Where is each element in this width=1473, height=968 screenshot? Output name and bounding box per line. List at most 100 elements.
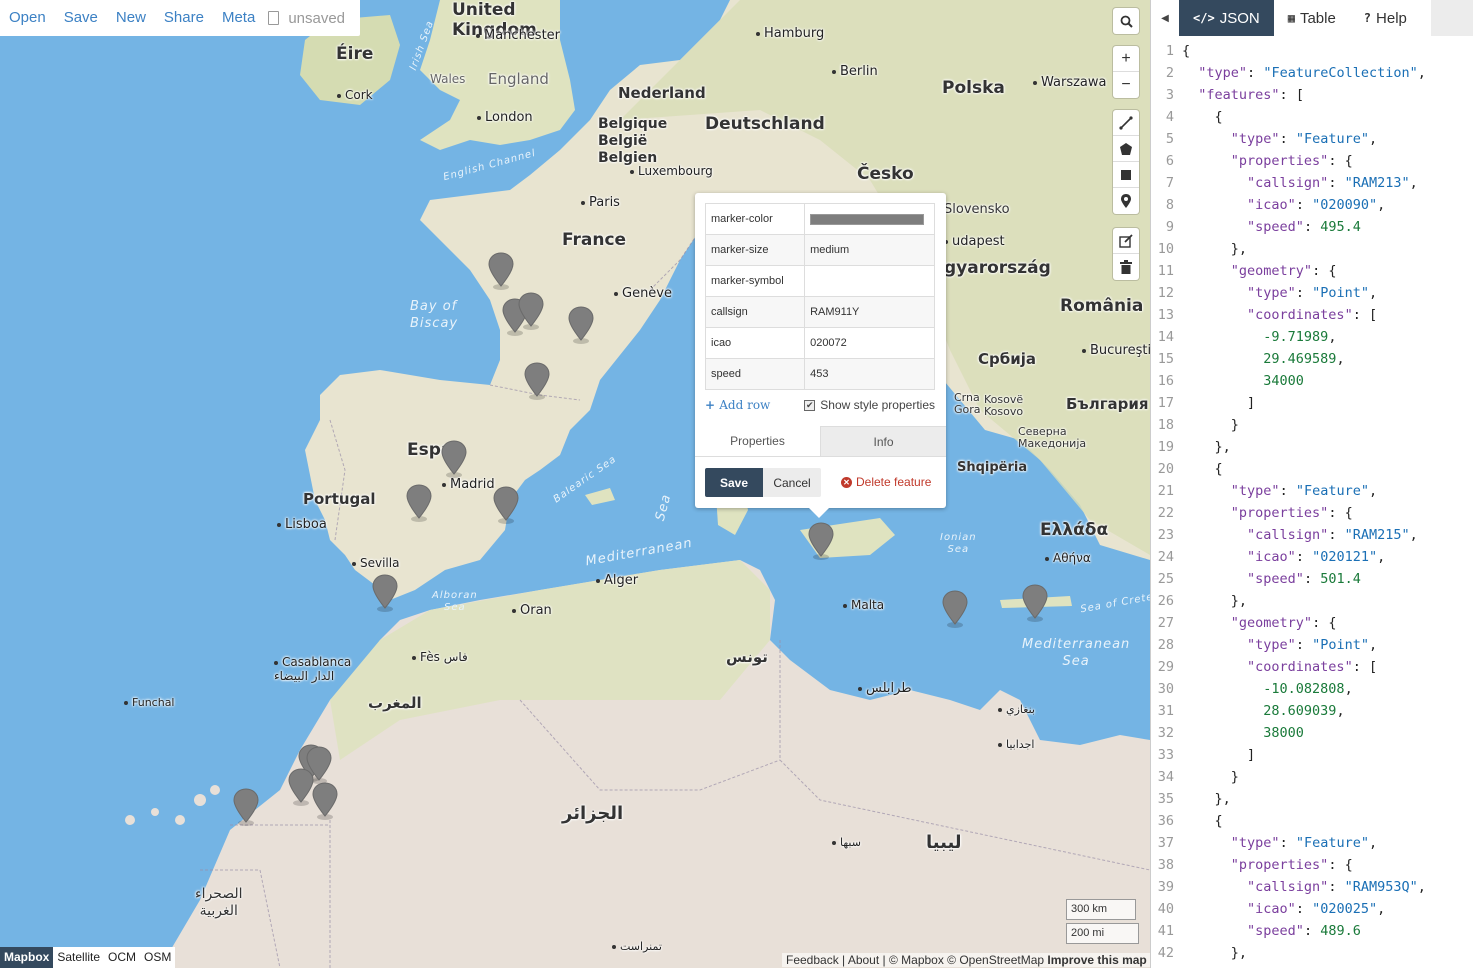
tab-help[interactable]: ? Help bbox=[1350, 0, 1421, 36]
property-key[interactable]: speed bbox=[704, 358, 806, 390]
code-text: "type": "Feature", bbox=[1230, 483, 1378, 499]
open-link[interactable]: Open bbox=[0, 0, 55, 36]
add-row-button[interactable]: + Add row bbox=[705, 398, 770, 412]
search-button[interactable] bbox=[1113, 8, 1139, 34]
map-marker[interactable] bbox=[288, 768, 314, 806]
label-mediterranean-sea-3: Mediterranean Sea bbox=[1022, 637, 1131, 669]
delete-layers-button[interactable] bbox=[1113, 254, 1139, 280]
tab-table-label: Table bbox=[1299, 9, 1336, 27]
property-value[interactable] bbox=[804, 265, 935, 297]
map-canvas[interactable]: United Kingdom Éire England Wales Nederla… bbox=[0, 0, 1150, 968]
label-alger: Alger bbox=[596, 573, 638, 588]
line-icon bbox=[1119, 115, 1133, 130]
code-text: -10.082808, bbox=[1263, 681, 1353, 697]
new-link[interactable]: New bbox=[107, 0, 155, 36]
delete-feature-label: Delete feature bbox=[856, 475, 932, 489]
code-line: 27 "geometry": { bbox=[1151, 612, 1473, 634]
code-text: "type": "Feature", bbox=[1230, 131, 1378, 147]
property-value[interactable]: RAM911Y bbox=[804, 296, 935, 328]
map-marker[interactable] bbox=[808, 522, 834, 560]
map-marker[interactable] bbox=[518, 292, 544, 330]
label-slovensko: Slovensko bbox=[944, 202, 1010, 217]
map-marker[interactable] bbox=[568, 306, 594, 344]
layer-satellite[interactable]: Satellite bbox=[53, 947, 104, 968]
code-text: 34000 bbox=[1263, 373, 1304, 389]
code-text: } bbox=[1182, 417, 1239, 433]
label-srbija: Србија bbox=[978, 350, 1036, 368]
show-style-toggle[interactable]: ✔ Show style properties bbox=[804, 398, 935, 412]
code-line: 34 } bbox=[1151, 766, 1473, 788]
share-link[interactable]: Share bbox=[155, 0, 213, 36]
code-text: "type": "FeatureCollection", bbox=[1198, 65, 1426, 81]
map-marker[interactable] bbox=[524, 362, 550, 400]
line-number: 24 bbox=[1157, 549, 1174, 565]
save-link[interactable]: Save bbox=[55, 0, 107, 36]
line-number: 13 bbox=[1157, 307, 1174, 323]
code-line: 30 -10.082808, bbox=[1151, 678, 1473, 700]
label-madrid: Madrid bbox=[442, 477, 495, 492]
code-line: 6 "properties": { bbox=[1151, 150, 1473, 172]
close-circle-icon: ✕ bbox=[841, 476, 852, 488]
draw-marker-button[interactable] bbox=[1113, 188, 1139, 214]
draw-rectangle-button[interactable] bbox=[1113, 162, 1139, 188]
json-editor[interactable]: 1{2 "type": "FeatureCollection", 3 "featu… bbox=[1151, 40, 1473, 968]
property-key[interactable]: marker-symbol bbox=[704, 265, 806, 297]
map-marker[interactable] bbox=[233, 788, 259, 826]
property-value[interactable]: medium bbox=[804, 234, 935, 266]
map-marker[interactable] bbox=[942, 590, 968, 628]
code-text: "type": "Point", bbox=[1247, 285, 1378, 301]
zoom-out-button[interactable]: − bbox=[1113, 72, 1139, 98]
meta-link[interactable]: Meta bbox=[213, 0, 264, 36]
delete-feature-button[interactable]: ✕ Delete feature bbox=[841, 475, 931, 489]
zoom-in-button[interactable]: + bbox=[1113, 46, 1139, 72]
code-line: 19 }, bbox=[1151, 436, 1473, 458]
attribution: Feedback | About | © Mapbox © OpenStreet… bbox=[782, 953, 1150, 967]
property-value[interactable] bbox=[804, 203, 935, 235]
draw-polygon-button[interactable] bbox=[1113, 136, 1139, 162]
popup-cancel-button[interactable]: Cancel bbox=[763, 468, 821, 497]
property-value[interactable]: 020072 bbox=[804, 327, 935, 359]
property-value[interactable]: 453 bbox=[804, 358, 935, 390]
tab-json[interactable]: </> JSON bbox=[1179, 0, 1274, 36]
tab-table[interactable]: ▦ Table bbox=[1274, 0, 1350, 36]
popup-save-button[interactable]: Save bbox=[705, 468, 763, 497]
map-marker[interactable] bbox=[406, 484, 432, 522]
label-ajdabiya: اجدابيا bbox=[998, 738, 1034, 751]
label-france: France bbox=[562, 230, 627, 250]
color-swatch[interactable] bbox=[810, 213, 925, 225]
feature-popup: marker-color marker-size medium marker-symb… bbox=[695, 193, 946, 518]
property-key[interactable]: icao bbox=[704, 327, 806, 359]
map-marker[interactable] bbox=[372, 574, 398, 612]
layer-mapbox[interactable]: Mapbox bbox=[0, 947, 54, 968]
property-key[interactable]: marker-color bbox=[704, 203, 806, 235]
map-marker[interactable] bbox=[493, 486, 519, 524]
property-key[interactable]: callsign bbox=[704, 296, 806, 328]
line-number: 15 bbox=[1157, 351, 1174, 367]
label-bulgaria: България bbox=[1066, 395, 1149, 413]
layer-osm[interactable]: OSM bbox=[140, 947, 175, 968]
property-key[interactable]: marker-size bbox=[704, 234, 806, 266]
checkbox-icon[interactable]: ✔ bbox=[804, 399, 816, 411]
label-tunisia: تونس bbox=[726, 648, 768, 666]
improve-map-link[interactable]: Improve this map bbox=[1047, 953, 1146, 967]
map-marker[interactable] bbox=[441, 440, 467, 478]
draw-line-button[interactable] bbox=[1113, 110, 1139, 136]
collapse-pane-button[interactable]: ◀ bbox=[1151, 0, 1179, 36]
code-text: 29.469589, bbox=[1263, 351, 1345, 367]
code-line: 29 "coordinates": [ bbox=[1151, 656, 1473, 678]
map-marker[interactable] bbox=[312, 782, 338, 820]
code-text: "properties": { bbox=[1230, 153, 1353, 169]
line-number: 37 bbox=[1157, 835, 1174, 851]
label-romania: România bbox=[1060, 296, 1144, 316]
attribution-text[interactable]: Feedback | About | © Mapbox © OpenStreet… bbox=[786, 953, 1044, 967]
code-text: ] bbox=[1182, 747, 1256, 763]
edit-layers-button[interactable] bbox=[1113, 228, 1139, 254]
code-line: 42 }, bbox=[1151, 942, 1473, 964]
tab-info[interactable]: Info bbox=[820, 426, 946, 456]
line-number: 10 bbox=[1157, 241, 1174, 257]
tab-properties[interactable]: Properties bbox=[695, 426, 820, 456]
map-marker[interactable] bbox=[1022, 584, 1048, 622]
label-ellada: Ελλάδα bbox=[1040, 520, 1109, 540]
layer-ocm[interactable]: OCM bbox=[104, 947, 140, 968]
map-marker[interactable] bbox=[488, 252, 514, 290]
